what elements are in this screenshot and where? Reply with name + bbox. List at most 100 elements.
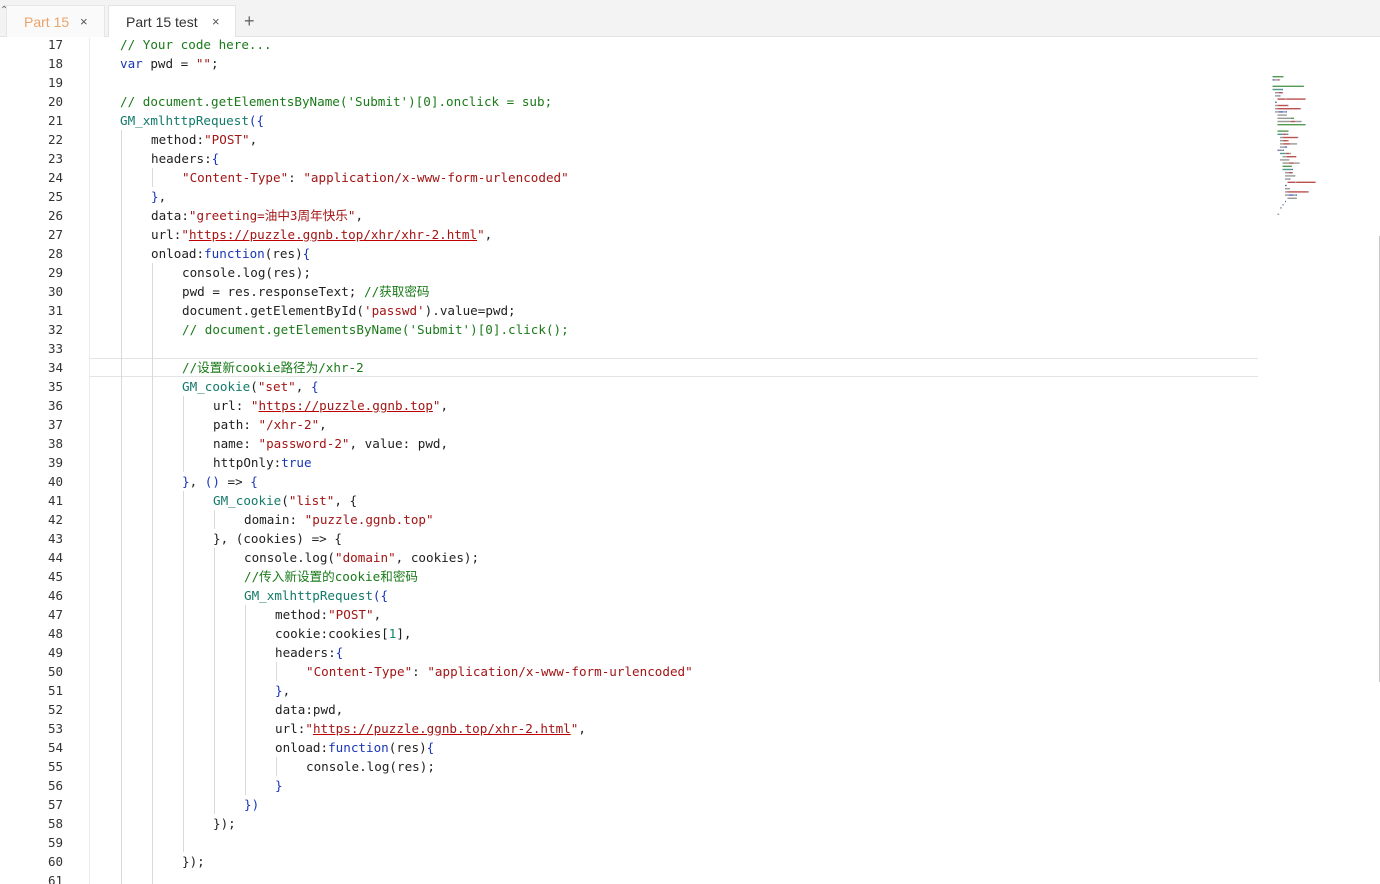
code-token[interactable]: https://puzzle.ggnb.top [259,398,433,413]
code-line: 55 console.log(res); [0,757,1258,776]
minimap-line [1284,152,1286,155]
minimap-line [1287,181,1296,183]
code-line: 49 headers:{ [0,643,1258,662]
minimap[interactable] [1258,74,1354,274]
code-token[interactable]: https://puzzle.ggnb.top/xhr/xhr-2.html [189,227,477,242]
code-text: method:"POST", [151,130,257,149]
code-token: " [432,398,441,413]
minimap-line [1277,98,1286,100]
code-text: }, [151,187,166,206]
add-tab-icon[interactable]: + [244,8,255,34]
code-token: " [305,721,313,736]
minimap-line [1280,207,1282,209]
code-token: { [302,246,311,261]
code-token: headers: [275,645,336,660]
minimap-line [1272,88,1282,91]
code-token: console.log( [244,550,335,565]
code-token[interactable]: https://puzzle.ggnb.top/xhr-2.html [313,721,571,736]
code-text: url:"https://puzzle.ggnb.top/xhr/xhr-2.h… [151,225,492,244]
code-text: }); [182,852,205,871]
minimap-line [1280,146,1285,148]
code-token: domain: [244,512,305,527]
minimap-line [1277,104,1288,107]
minimap-line [1285,98,1287,100]
code-token: "POST" [204,132,250,147]
minimap-line [1286,133,1288,135]
code-line: 43}, (cookies) => { [0,529,1258,548]
code-line: 39 httpOnly:true [0,453,1258,472]
minimap-line [1282,168,1292,171]
code-token: "password-2" [258,436,350,451]
code-line: 31 document.getElementById('passwd').valu… [0,301,1258,320]
line-number: 49 [47,645,63,660]
minimap-line [1280,136,1283,139]
line-number: 53 [47,721,63,736]
code-text: //设置新cookie路径为/xhr-2 [182,358,364,377]
code-token: "" [195,56,211,71]
line-number: 60 [47,854,63,869]
code-token: () [204,474,220,489]
code-token: , [295,379,311,394]
code-line: 25}, [0,187,1258,206]
minimap-line [1306,191,1308,193]
code-token: "Content-Type" [182,170,289,185]
code-line: 33 [0,339,1258,358]
minimap-line [1277,133,1283,135]
code-text: GM_cookie("list", { [213,491,357,510]
minimap-line [1295,120,1302,123]
minimap-line [1278,149,1280,151]
line-number: 29 [47,265,63,280]
code-text: } [275,776,283,795]
minimap-line [1285,200,1286,203]
code-line: 36 url: "https://puzzle.ggnb.top", [0,396,1258,415]
code-token: , [373,607,382,622]
minimap-line [1285,188,1290,190]
code-token: pwd = res.responseText; [182,284,364,299]
minimap-line [1277,149,1279,151]
code-token: { [335,645,344,660]
code-line: 41 GM_cookie("list", { [0,491,1258,510]
minimap-line [1277,108,1279,110]
code-token: } [275,778,283,793]
code-token: console.log(res); [182,265,311,280]
code-token: " [250,398,259,413]
minimap-line [1293,162,1300,164]
tab-label: Part 15 [24,14,70,30]
code-token: GM_xmlhttpRequest [120,113,249,128]
line-number: 26 [47,208,63,223]
code-token: data: [151,208,189,223]
code-line: 24 "Content-Type": "application/x-www-for… [0,168,1258,187]
code-text: url: "https://puzzle.ggnb.top", [213,396,448,415]
tab-part-15[interactable]: Part 15 × [6,5,105,37]
line-number: 25 [47,189,63,204]
code-token: headers: [151,151,212,166]
code-text: data:"greeting=油中3周年快乐", [151,206,363,225]
tab-part-15-test[interactable]: Part 15 test × [108,5,236,37]
minimap-line [1279,95,1281,97]
close-icon[interactable]: × [212,6,220,38]
code-token: { [310,379,319,394]
close-icon[interactable]: × [80,6,88,38]
code-text: }, (cookies) => { [213,529,342,548]
minimap-line [1283,111,1287,113]
minimap-line [1289,178,1291,180]
code-token: , [282,683,291,698]
minimap-line [1293,194,1297,196]
code-token: { [250,474,258,489]
code-token: method: [151,132,205,147]
minimap-line [1277,124,1306,126]
code-token: var [120,56,143,71]
minimap-line [1285,191,1288,193]
minimap-line [1294,175,1296,177]
code-token: //设置新cookie路径为/xhr-2 [182,360,364,375]
code-text: pwd = res.responseText; //获取密码 [182,282,430,301]
code-token: " [181,227,189,242]
code-token: document.getElementById( [182,303,364,318]
line-number: 54 [47,740,63,755]
code-line: 19 [0,73,1258,92]
line-number: 17 [47,38,63,52]
line-number: 34 [47,360,63,375]
code-line: 27 url:"https://puzzle.ggnb.top/xhr/xhr-2… [0,225,1258,244]
minimap-line [1276,101,1277,103]
code-editor[interactable]: 17// Your code here... 18 var pwd = ""; 19 2… [0,38,1380,884]
